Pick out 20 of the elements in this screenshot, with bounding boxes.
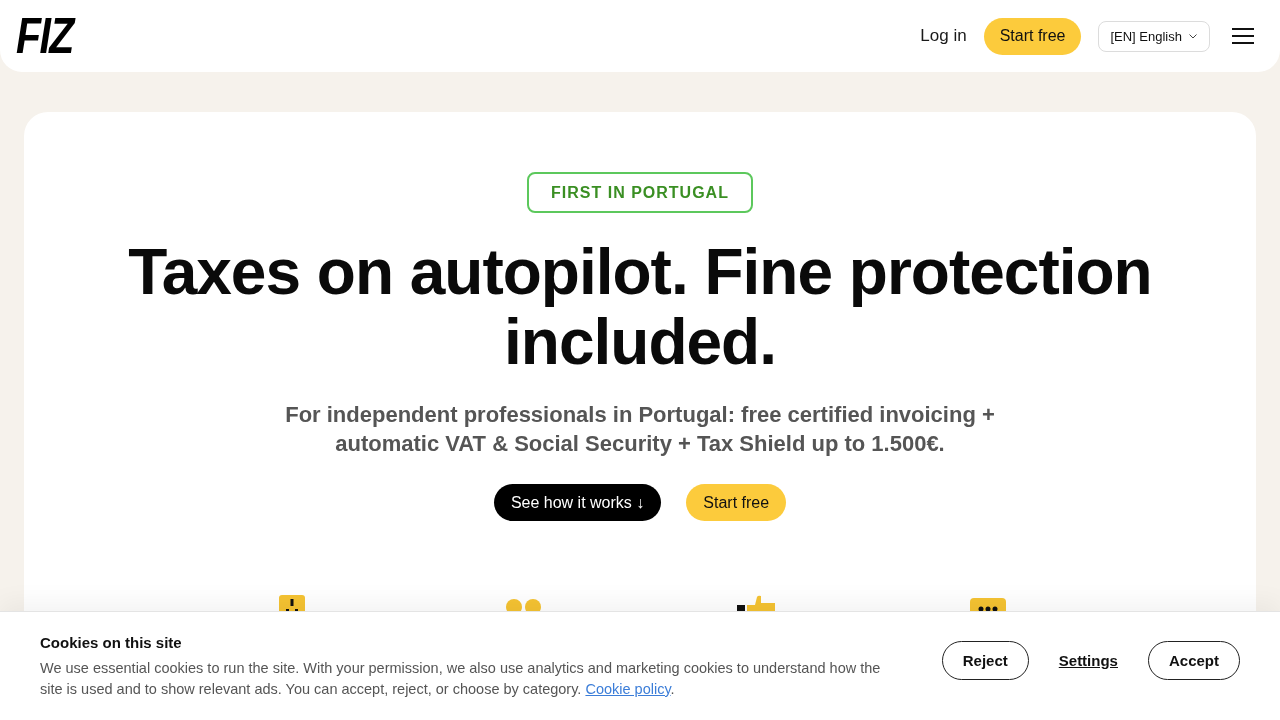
cookie-text: We use essential cookies to run the site. With your permission, we also use analytics and marketing cookies to understand how the site is used and to show relevant ads. You can accept, reject, or choose by category. Cookie policy.	[40, 658, 882, 699]
cookie-button[interactable]: Accept	[1147, 640, 1240, 680]
warning-icon	[279, 595, 305, 611]
cookie-policy-link[interactable]: Cookie policy	[585, 680, 671, 697]
chat-icon	[970, 598, 1006, 611]
badge: FIRST IN PORTUGAL	[527, 172, 753, 213]
language-select[interactable]: [EN] English	[1098, 20, 1210, 52]
people-icon	[506, 598, 542, 611]
hero-button[interactable]: See how it works ↓	[493, 484, 662, 521]
thumbs-up-icon	[737, 595, 775, 611]
cookie-title: Cookies on this site	[40, 632, 183, 653]
menu-icon[interactable]	[1232, 28, 1254, 44]
cookie-settings-link[interactable]: Settings	[1058, 651, 1118, 669]
login-link[interactable]: Log in	[920, 25, 967, 47]
chevron-icon	[1189, 33, 1197, 39]
hero-button[interactable]: Start free	[686, 484, 787, 521]
start-free-button[interactable]: Start free	[983, 17, 1082, 55]
hero-title: Taxes on autopilot. Fine protection included.	[127, 237, 1153, 377]
cookie-button[interactable]: Reject	[941, 640, 1029, 680]
hero-subtitle: For independent professionals in Portugal: free certified invoicing + automatic VAT & Social Security + Tax Shield up to 1.500€.	[284, 401, 996, 458]
